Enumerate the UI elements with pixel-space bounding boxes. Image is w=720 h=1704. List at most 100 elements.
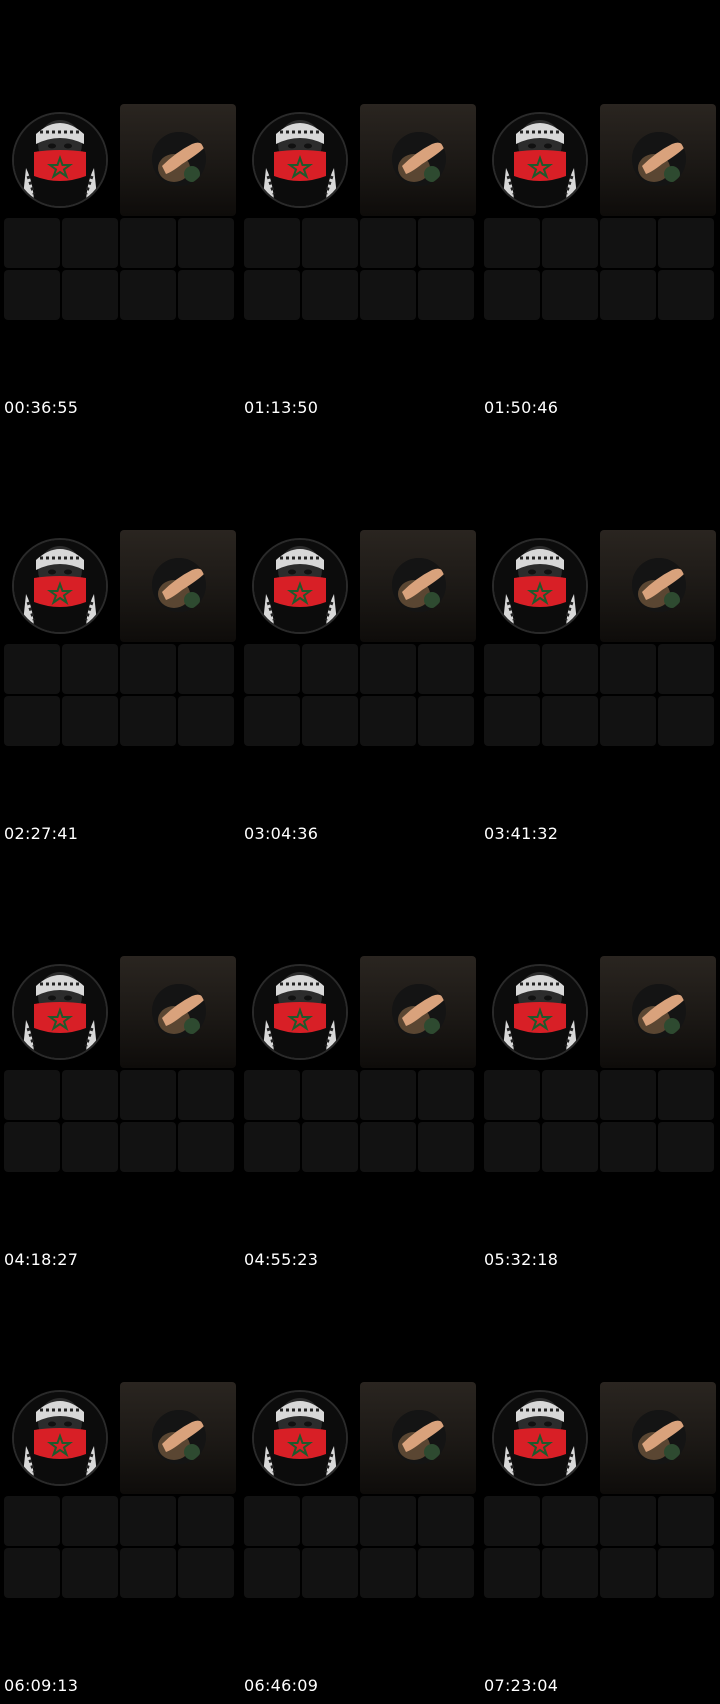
- empty-participant-slot: [178, 1548, 234, 1598]
- empty-participant-slot: [360, 1122, 416, 1172]
- empty-participant-slot: [360, 218, 416, 268]
- participant-tile[interactable]: [244, 956, 360, 1068]
- empty-participant-slot: [4, 1122, 60, 1172]
- hand-video-thumbnail-icon: [632, 558, 686, 612]
- masked-person-avatar-icon: [494, 966, 586, 1058]
- hand-video-thumbnail-icon: [632, 132, 686, 186]
- participant-tile[interactable]: [484, 1382, 600, 1494]
- empty-participant-slot: [120, 644, 176, 694]
- empty-participant-slot: [120, 270, 176, 320]
- empty-participant-slot: [658, 1548, 714, 1598]
- empty-participant-slot: [4, 1496, 60, 1546]
- hand-video-thumbnail-icon: [392, 132, 446, 186]
- empty-participant-slot: [302, 696, 358, 746]
- frame-cell: 05:32:18: [480, 852, 720, 1278]
- empty-participant-slot: [4, 696, 60, 746]
- video-tile[interactable]: [360, 956, 476, 1068]
- hand-video-thumbnail-icon: [392, 984, 446, 1038]
- frame-timestamp: 01:50:46: [484, 398, 559, 417]
- participant-tile[interactable]: [4, 530, 120, 642]
- empty-participant-slot: [542, 1548, 598, 1598]
- masked-person-avatar-icon: [14, 1392, 106, 1484]
- empty-participant-slot: [658, 1496, 714, 1546]
- frame-cell: 06:09:13: [0, 1278, 240, 1704]
- masked-person-avatar-icon: [494, 1392, 586, 1484]
- masked-person-avatar-icon: [254, 114, 346, 206]
- empty-participant-slot: [62, 270, 118, 320]
- empty-participant-slot: [600, 1122, 656, 1172]
- empty-participant-slot: [62, 696, 118, 746]
- empty-participant-slot: [360, 696, 416, 746]
- video-tile[interactable]: [600, 530, 716, 642]
- empty-participant-slot: [418, 644, 474, 694]
- empty-participant-slot: [178, 696, 234, 746]
- empty-participant-slot: [302, 270, 358, 320]
- empty-participant-slot: [178, 218, 234, 268]
- empty-participant-slot: [658, 1122, 714, 1172]
- video-tile[interactable]: [120, 530, 236, 642]
- empty-participant-slot: [62, 644, 118, 694]
- participant-tile[interactable]: [484, 104, 600, 216]
- participant-tile[interactable]: [4, 104, 120, 216]
- empty-participant-slot: [542, 270, 598, 320]
- empty-participant-slot: [484, 644, 540, 694]
- frame-cell: 06:46:09: [240, 1278, 480, 1704]
- hand-video-thumbnail-icon: [152, 558, 206, 612]
- frame-cell: 00:36:55: [0, 0, 240, 426]
- empty-participant-slot: [4, 644, 60, 694]
- participant-tile[interactable]: [4, 956, 120, 1068]
- empty-participant-slot: [244, 644, 300, 694]
- empty-participant-slot: [484, 218, 540, 268]
- participant-tile[interactable]: [244, 104, 360, 216]
- video-frame-grid: 00:36:55 01:13:50 01:50:46 02:27:41 03:0…: [0, 0, 720, 1704]
- video-tile[interactable]: [120, 1382, 236, 1494]
- empty-participant-slot: [658, 1070, 714, 1120]
- empty-participant-slot: [360, 270, 416, 320]
- empty-participant-slot: [302, 1548, 358, 1598]
- frame-timestamp: 07:23:04: [484, 1676, 559, 1695]
- frame-timestamp: 03:04:36: [244, 824, 319, 843]
- hand-video-thumbnail-icon: [392, 558, 446, 612]
- empty-participant-slot: [542, 1122, 598, 1172]
- video-tile[interactable]: [360, 1382, 476, 1494]
- empty-participant-slot: [418, 696, 474, 746]
- hand-video-thumbnail-icon: [152, 132, 206, 186]
- participant-tile[interactable]: [4, 1382, 120, 1494]
- empty-participant-slot: [302, 1122, 358, 1172]
- empty-participant-slot: [418, 1122, 474, 1172]
- empty-participant-slot: [244, 696, 300, 746]
- empty-participant-slot: [62, 1070, 118, 1120]
- empty-participant-slot: [418, 1070, 474, 1120]
- empty-participant-slot: [244, 218, 300, 268]
- masked-person-avatar-icon: [254, 1392, 346, 1484]
- video-tile[interactable]: [360, 530, 476, 642]
- empty-participant-slot: [484, 1548, 540, 1598]
- video-tile[interactable]: [600, 956, 716, 1068]
- frame-timestamp: 06:09:13: [4, 1676, 79, 1695]
- frame-timestamp: 06:46:09: [244, 1676, 319, 1695]
- empty-participant-slot: [120, 1070, 176, 1120]
- video-tile[interactable]: [600, 104, 716, 216]
- hand-video-thumbnail-icon: [392, 1410, 446, 1464]
- participant-tile[interactable]: [244, 1382, 360, 1494]
- video-tile[interactable]: [120, 956, 236, 1068]
- frame-cell: 07:23:04: [480, 1278, 720, 1704]
- empty-participant-slot: [244, 270, 300, 320]
- empty-participant-slot: [4, 1548, 60, 1598]
- masked-person-avatar-icon: [254, 966, 346, 1058]
- video-tile[interactable]: [600, 1382, 716, 1494]
- participant-tile[interactable]: [484, 530, 600, 642]
- video-tile[interactable]: [120, 104, 236, 216]
- frame-cell: 04:55:23: [240, 852, 480, 1278]
- empty-participant-slot: [120, 1122, 176, 1172]
- video-tile[interactable]: [360, 104, 476, 216]
- empty-participant-slot: [600, 1496, 656, 1546]
- participant-tile[interactable]: [484, 956, 600, 1068]
- empty-participant-slot: [302, 644, 358, 694]
- frame-cell: 01:13:50: [240, 0, 480, 426]
- participant-tile[interactable]: [244, 530, 360, 642]
- hand-video-thumbnail-icon: [632, 984, 686, 1038]
- empty-participant-slot: [658, 696, 714, 746]
- empty-participant-slot: [542, 644, 598, 694]
- empty-participant-slot: [120, 1496, 176, 1546]
